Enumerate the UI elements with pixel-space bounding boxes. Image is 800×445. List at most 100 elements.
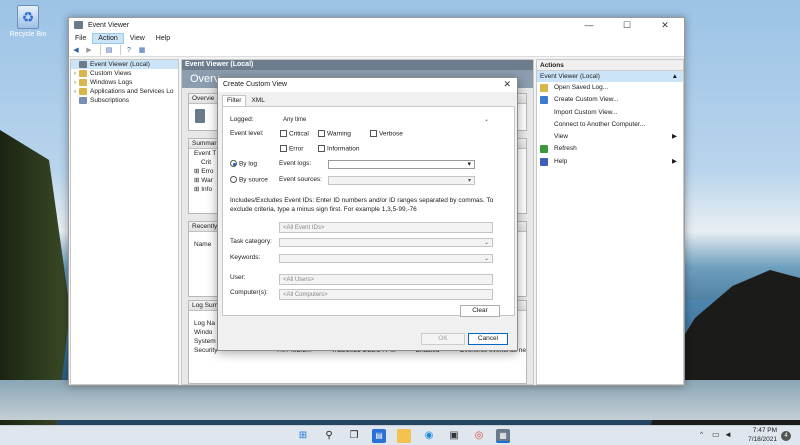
clock-date[interactable]: 7/18/2021	[743, 436, 777, 443]
checkbox-icon[interactable]	[370, 130, 377, 137]
event-ids-help-text: Includes/Excludes Event IDs: Enter ID nu…	[230, 197, 494, 213]
folder-icon	[79, 70, 87, 77]
checkbox-icon[interactable]	[280, 130, 287, 137]
action-view[interactable]: View ▶	[537, 131, 683, 143]
level-error[interactable]: Error	[280, 145, 303, 152]
action-label: View	[554, 133, 568, 141]
dialog-close-icon[interactable]: ✕	[503, 79, 511, 90]
show-hide-tree-icon[interactable]: ▤	[104, 46, 114, 55]
event-ids-input[interactable]: <All Event IDs>	[279, 222, 493, 233]
tab-filter[interactable]: Filter	[222, 95, 247, 106]
dialog-title: Create Custom View	[218, 78, 517, 92]
action-refresh[interactable]: Refresh	[537, 143, 683, 155]
refresh-icon	[540, 145, 548, 154]
window-title: Event Viewer	[88, 21, 130, 29]
desktop-shore	[0, 380, 800, 420]
tree-item-windows-logs[interactable]: › Windows Logs	[71, 78, 178, 87]
tree-item-label: Applications and Services Lo	[90, 88, 174, 95]
subscriptions-icon	[79, 97, 87, 104]
toolbar-separator	[120, 45, 121, 55]
action-label: Open Saved Log...	[554, 84, 609, 91]
tree-item-subscriptions[interactable]: Subscriptions	[71, 96, 178, 105]
user-input[interactable]: <All Users>	[279, 274, 493, 285]
action-connect-computer[interactable]: Connect to Another Computer...	[537, 119, 683, 131]
folder-icon	[79, 79, 87, 86]
dropdown-arrow-icon: ▾	[467, 178, 471, 184]
start-icon[interactable]: ⊞	[296, 429, 310, 443]
filter-icon	[540, 96, 548, 105]
action-import-custom-view[interactable]: Import Custom View...	[537, 107, 683, 119]
computers-input[interactable]: <All Computers>	[279, 289, 493, 300]
menu-view[interactable]: View	[125, 34, 150, 43]
user-label: User:	[230, 274, 246, 281]
keywords-select[interactable]: ⌄	[279, 254, 493, 263]
tree-item-event-viewer-local[interactable]: Event Viewer (Local)	[71, 60, 178, 69]
edge-browser-icon[interactable]: ◉	[422, 429, 436, 443]
level-warning[interactable]: Warning	[318, 130, 351, 137]
store-icon[interactable]: ▣	[447, 429, 461, 443]
network-icon[interactable]: ▭	[712, 430, 720, 439]
maximize-button[interactable]: ☐	[608, 20, 646, 31]
logged-label: Logged:	[230, 116, 254, 123]
tree-item-label: Custom Views	[90, 70, 132, 77]
action-open-saved-log[interactable]: Open Saved Log...	[537, 82, 683, 94]
tree-item-custom-views[interactable]: › Custom Views	[71, 69, 178, 78]
close-button[interactable]: ✕	[646, 20, 684, 31]
level-critical[interactable]: Critical	[280, 130, 309, 137]
tree-item-applications-services[interactable]: › Applications and Services Lo	[71, 87, 178, 96]
checkbox-icon[interactable]	[280, 145, 287, 152]
search-icon[interactable]: ⚲	[322, 429, 336, 443]
expand-chevron-icon[interactable]: ›	[71, 89, 79, 95]
radio-selected-icon[interactable]	[230, 160, 237, 167]
tree-item-label: Subscriptions	[90, 97, 130, 104]
logged-select[interactable]: Any time ⌄	[279, 115, 493, 124]
collapse-arrow-icon[interactable]: ▲	[672, 71, 678, 82]
level-verbose[interactable]: Verbose	[370, 130, 403, 137]
dialog-tabs: Filter XML	[222, 95, 270, 106]
tab-xml[interactable]: XML	[246, 95, 269, 106]
notification-badge[interactable]: 4	[781, 431, 791, 441]
forward-arrow-icon[interactable]: ▶	[84, 46, 94, 55]
action-create-custom-view[interactable]: Create Custom View...	[537, 94, 683, 106]
show-hide-actions-icon[interactable]: ▦	[137, 46, 147, 55]
help-icon	[540, 157, 548, 166]
tray-overflow-icon[interactable]: ^	[700, 431, 703, 438]
recycle-bin-shortcut[interactable]: ♻ Recycle Bin	[6, 5, 50, 38]
event-viewer-icon	[79, 61, 87, 68]
back-arrow-icon[interactable]: ◀	[71, 46, 81, 55]
menu-file[interactable]: File	[70, 34, 91, 43]
event-logs-select[interactable]: ▾	[328, 160, 475, 169]
action-help[interactable]: Help ▶	[537, 156, 683, 168]
chrome-icon[interactable]: ◎	[472, 429, 486, 443]
file-explorer-icon[interactable]	[397, 429, 411, 443]
radio-icon[interactable]	[230, 176, 237, 183]
by-log-radio[interactable]: By log	[230, 160, 257, 167]
menu-bar: File Action View Help	[69, 32, 684, 44]
by-source-radio[interactable]: By source	[230, 176, 268, 183]
volume-icon[interactable]: ◄	[724, 430, 732, 439]
task-view-icon[interactable]: ❐	[347, 429, 361, 443]
actions-subheader[interactable]: Event Viewer (Local) ▲	[537, 71, 683, 82]
cancel-button[interactable]: Cancel	[468, 333, 508, 345]
checkbox-icon[interactable]	[318, 130, 325, 137]
expand-chevron-icon[interactable]: ›	[71, 80, 79, 86]
menu-action[interactable]: Action	[92, 32, 124, 44]
minimize-button[interactable]: —	[570, 20, 608, 31]
help-icon[interactable]: ?	[124, 46, 134, 55]
action-label: Refresh	[554, 145, 577, 153]
widgets-icon[interactable]: ▤	[372, 429, 386, 443]
event-sources-select[interactable]: ▾	[328, 176, 475, 185]
by-source-label: By source	[238, 176, 268, 184]
expand-chevron-icon[interactable]: ›	[71, 71, 79, 77]
checkbox-icon[interactable]	[318, 145, 325, 152]
event-sources-label: Event sources:	[279, 176, 322, 183]
task-category-select[interactable]: ⌄	[279, 238, 493, 247]
computers-label: Computer(s):	[230, 289, 268, 296]
ok-button[interactable]: OK	[421, 333, 465, 345]
level-information[interactable]: Information	[318, 145, 359, 152]
event-viewer-taskbar-icon[interactable]: ▦	[496, 429, 510, 443]
recycle-bin-label: Recycle Bin	[9, 31, 47, 38]
clear-button[interactable]: Clear	[460, 305, 500, 317]
clock-time[interactable]: 7:47 PM	[745, 427, 777, 434]
menu-help[interactable]: Help	[151, 34, 175, 43]
